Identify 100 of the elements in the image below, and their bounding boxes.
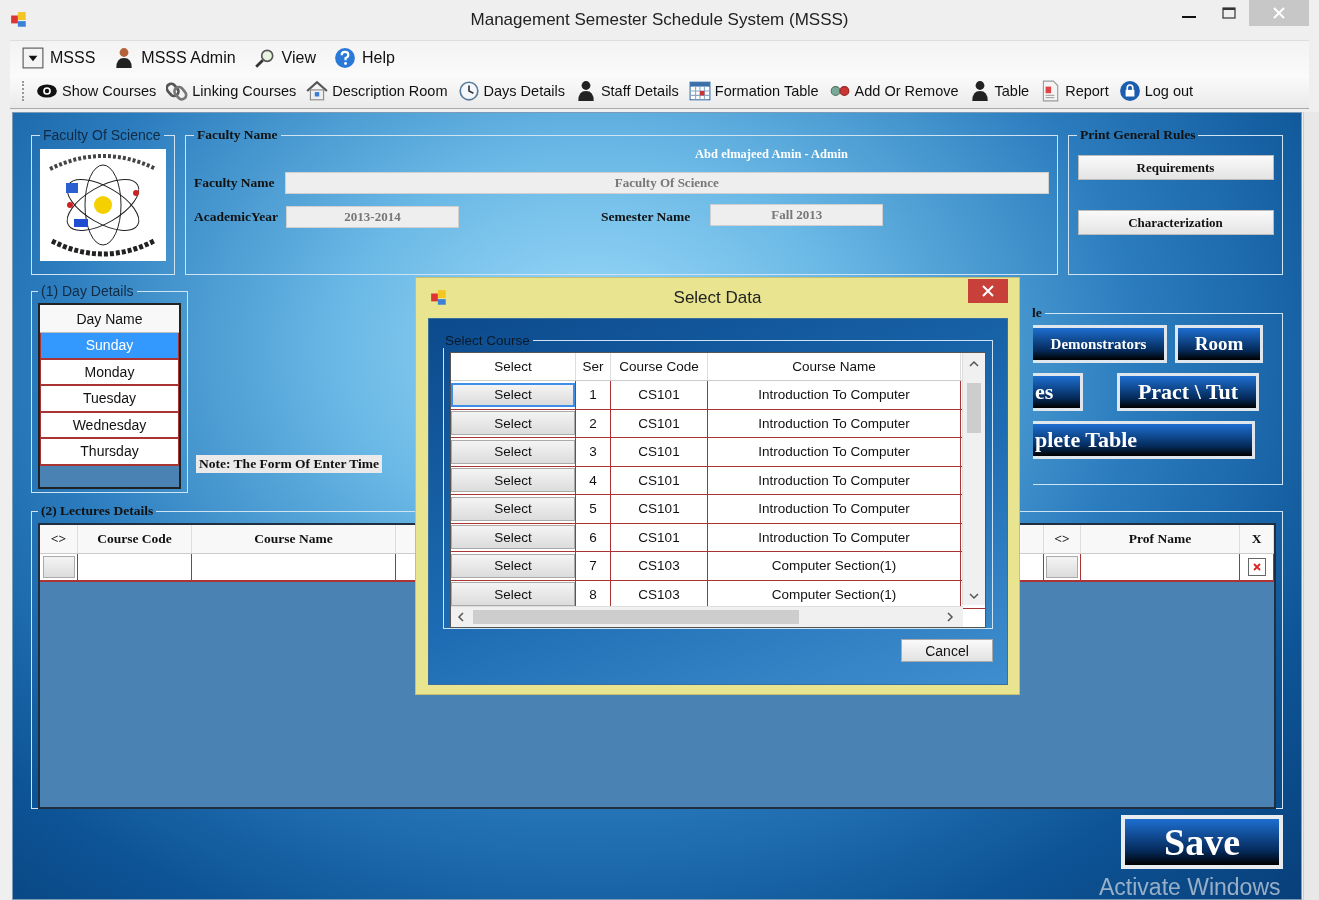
table-cell: 4 bbox=[576, 466, 611, 494]
close-button[interactable] bbox=[968, 279, 1008, 303]
toolbar-button[interactable]: Description Room bbox=[306, 80, 448, 102]
select-button[interactable]: Select bbox=[451, 582, 575, 607]
group-title: (2) Lectures Details bbox=[40, 503, 155, 519]
faculty-name-field[interactable]: Faculty Of Science bbox=[284, 172, 1049, 194]
column-header: Course Code bbox=[78, 525, 192, 553]
toolbar-button[interactable]: Report bbox=[1039, 80, 1109, 102]
maximize-icon bbox=[1222, 6, 1236, 20]
table-cell: CS101 bbox=[611, 438, 708, 466]
table-cell: CS101 bbox=[611, 523, 708, 551]
table-cell: Introduction To Computer bbox=[708, 409, 961, 437]
table-cell: 2 bbox=[576, 409, 611, 437]
schedule-button[interactable]: es bbox=[1033, 373, 1083, 411]
scroll-up-icon[interactable] bbox=[969, 359, 979, 369]
table-cell: 6 bbox=[576, 523, 611, 551]
day-row[interactable]: Thursday bbox=[40, 439, 179, 466]
academic-year-field[interactable]: 2013-2014 bbox=[285, 206, 459, 228]
calendar-grid-icon bbox=[688, 80, 711, 102]
schedule-button[interactable]: plete Table bbox=[1033, 421, 1255, 459]
select-button[interactable]: Select bbox=[451, 439, 575, 464]
app-icon bbox=[10, 11, 28, 29]
scroll-thumb[interactable] bbox=[473, 610, 799, 624]
print-button[interactable]: Requirements bbox=[1077, 155, 1274, 180]
column-header: Select bbox=[451, 353, 576, 380]
clock-icon bbox=[457, 80, 480, 102]
close-icon bbox=[1251, 562, 1262, 572]
menu-item[interactable]: MSSS bbox=[22, 46, 96, 69]
select-button[interactable]: Select bbox=[451, 496, 575, 521]
table-cell: Computer Section(1) bbox=[708, 552, 961, 580]
toolbar-button[interactable]: Days Details bbox=[457, 80, 565, 102]
table-cell: 1 bbox=[576, 381, 611, 409]
group-title: Faculty Name bbox=[196, 127, 279, 143]
column-header: Course Code bbox=[611, 353, 708, 380]
table-cell: CS101 bbox=[611, 495, 708, 523]
toolbar-button[interactable]: Log out bbox=[1118, 80, 1194, 102]
semester-name-field[interactable]: Fall 2013 bbox=[710, 204, 884, 226]
field-label: AcademicYear bbox=[194, 209, 278, 225]
table-cell: 5 bbox=[576, 495, 611, 523]
toolbar-button[interactable]: Add Or Remove bbox=[828, 80, 959, 102]
scroll-left-icon[interactable] bbox=[456, 612, 466, 622]
column-header: Course Name bbox=[192, 525, 396, 553]
dropdown-icon bbox=[22, 46, 44, 69]
column-header: Day Name bbox=[40, 305, 179, 333]
select-button[interactable]: Select bbox=[451, 411, 575, 436]
activation-notice: Activate Windows bbox=[1099, 874, 1281, 900]
chain-link-icon bbox=[166, 80, 189, 102]
day-row[interactable]: Monday bbox=[40, 359, 179, 386]
minimize-icon bbox=[1182, 16, 1196, 18]
column-header: <> bbox=[1044, 525, 1081, 553]
day-row[interactable]: Tuesday bbox=[40, 386, 179, 413]
group-title: Select Course bbox=[444, 333, 531, 348]
toolbar-button[interactable]: Show Courses bbox=[36, 80, 157, 102]
select-button[interactable]: Select bbox=[451, 525, 575, 550]
vertical-scrollbar[interactable] bbox=[962, 353, 985, 605]
dialog-icon bbox=[430, 289, 448, 307]
toolbar-button[interactable]: Formation Table bbox=[688, 80, 819, 102]
schedule-button[interactable]: Demonstrators bbox=[1033, 325, 1167, 363]
save-button[interactable]: Save bbox=[1121, 815, 1283, 869]
table-cell: CS103 bbox=[611, 552, 708, 580]
group-title: Faculty Of Science bbox=[42, 127, 162, 143]
dialog-title: Select Data bbox=[673, 288, 762, 307]
toolbar-button[interactable]: Table bbox=[968, 80, 1030, 102]
menu-item[interactable]: MSSS Admin bbox=[113, 46, 236, 69]
field-label: Faculty Name bbox=[194, 175, 275, 191]
table-cell: CS101 bbox=[611, 466, 708, 494]
close-icon bbox=[982, 285, 994, 297]
menu-item[interactable]: View bbox=[253, 46, 316, 69]
select-button[interactable]: Select bbox=[451, 553, 575, 578]
delete-button[interactable] bbox=[1247, 558, 1266, 576]
table-cell: Introduction To Computer bbox=[708, 523, 961, 551]
select-button[interactable]: Select bbox=[451, 382, 575, 407]
schedule-button[interactable]: Pract \ Tut bbox=[1117, 373, 1259, 411]
horizontal-scrollbar[interactable] bbox=[451, 606, 963, 627]
toolbar-button[interactable]: Linking Courses bbox=[166, 80, 297, 102]
column-header: X bbox=[1240, 525, 1274, 553]
menu-item[interactable]: Help bbox=[334, 46, 395, 69]
table-cell: Introduction To Computer bbox=[708, 381, 961, 409]
group-title: (1) Day Details bbox=[40, 283, 135, 299]
table-cell: CS101 bbox=[611, 381, 708, 409]
column-header: Prof Name bbox=[1081, 525, 1240, 553]
column-header: Ser bbox=[576, 353, 611, 380]
toolbar-button[interactable]: Staff Details bbox=[574, 80, 679, 102]
day-row[interactable]: Wednesday bbox=[40, 412, 179, 439]
cancel-button[interactable]: Cancel bbox=[901, 639, 993, 662]
print-button[interactable]: Characterization bbox=[1077, 210, 1274, 235]
lock-icon bbox=[1118, 80, 1141, 102]
table-cell: 3 bbox=[576, 438, 611, 466]
scroll-thumb[interactable] bbox=[967, 383, 981, 433]
help-icon bbox=[334, 46, 356, 69]
scroll-down-icon[interactable] bbox=[969, 591, 979, 601]
schedule-button[interactable]: Room bbox=[1175, 325, 1263, 363]
table-cell: Introduction To Computer bbox=[708, 495, 961, 523]
window-title: Management Semester Schedule System (MSSS) bbox=[470, 10, 849, 29]
scroll-right-icon[interactable] bbox=[945, 612, 955, 622]
table-cell: Introduction To Computer bbox=[708, 466, 961, 494]
select-button[interactable]: Select bbox=[451, 468, 575, 493]
field-label: Semester Name bbox=[600, 209, 691, 225]
group-title: Print General Rules bbox=[1079, 127, 1197, 143]
table-cell: CS101 bbox=[611, 409, 708, 437]
